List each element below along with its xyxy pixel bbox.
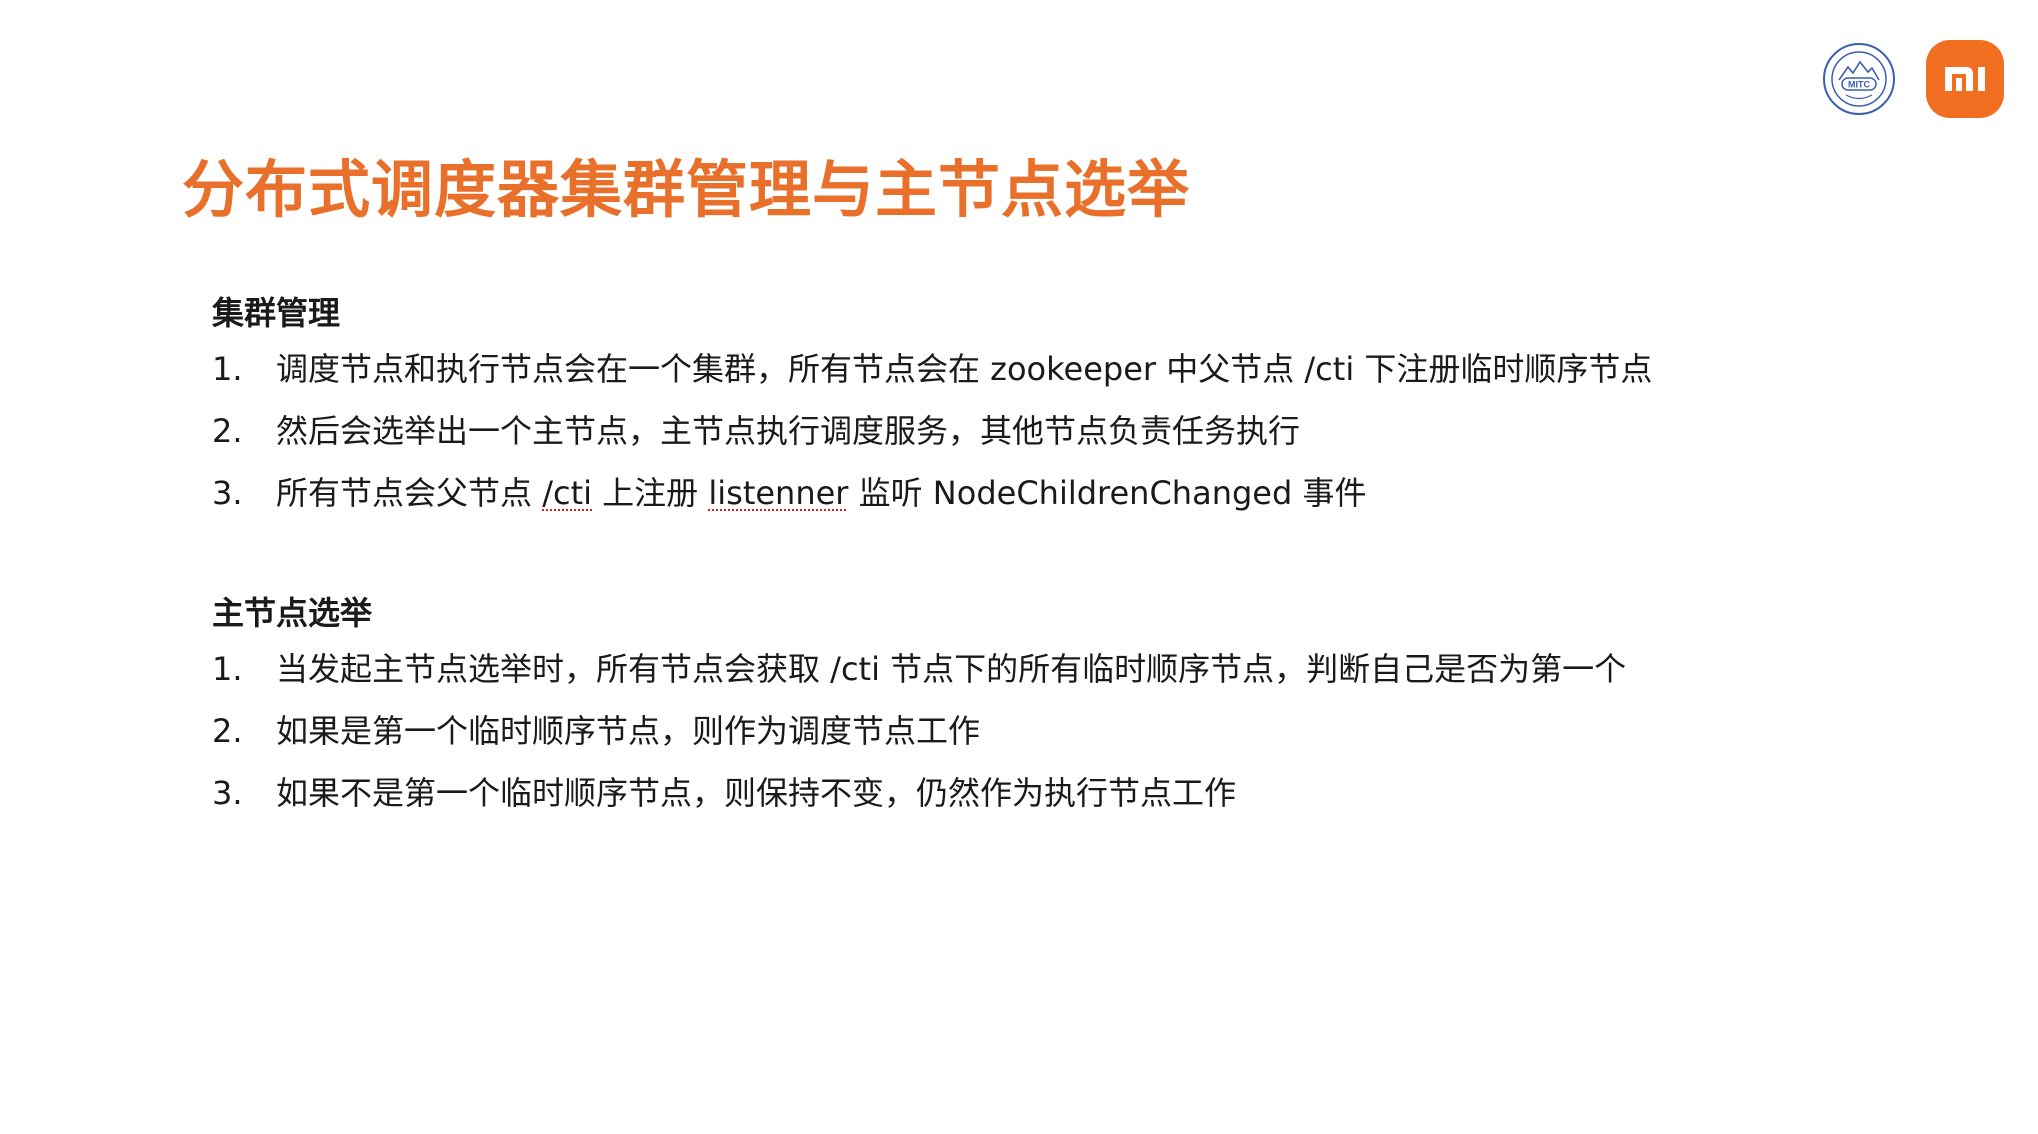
mi-logo xyxy=(1926,40,2004,118)
section-heading: 集群管理 xyxy=(212,294,341,332)
mi-logo-icon xyxy=(1945,67,1985,91)
section-cluster-management: 集群管理 1. 调度节点和执行节点会在一个集群，所有节点会在 zookeeper… xyxy=(212,288,1652,534)
numbered-list: 1. 当发起主节点选举时，所有节点会获取 /cti 节点下的所有临时顺序节点，判… xyxy=(212,648,1626,814)
list-item-text: 如果是第一个临时顺序节点，则作为调度节点工作 xyxy=(276,712,981,750)
list-item-number: 3. xyxy=(212,474,243,512)
text-segment: 监听 NodeChildrenChanged 事件 xyxy=(848,474,1367,512)
text-segment: 所有节点会父节点 xyxy=(276,474,543,512)
list-item-text: 如果不是第一个临时顺序节点，则保持不变，仍然作为执行节点工作 xyxy=(276,774,1237,812)
text-segment: 上注册 xyxy=(592,474,709,512)
mitc-logo-text: MITC xyxy=(1848,80,1870,90)
list-item-text: 调度节点和执行节点会在一个集群，所有节点会在 zookeeper 中父节点 /c… xyxy=(276,350,1653,388)
list-item: 1. 调度节点和执行节点会在一个集群，所有节点会在 zookeeper 中父节点… xyxy=(212,348,1652,390)
list-item: 1. 当发起主节点选举时，所有节点会获取 /cti 节点下的所有临时顺序节点，判… xyxy=(212,648,1626,690)
list-item-number: 1. xyxy=(212,650,243,688)
list-item-number: 2. xyxy=(212,712,243,750)
spellcheck-word: /cti xyxy=(542,474,592,512)
section-master-election: 主节点选举 1. 当发起主节点选举时，所有节点会获取 /cti 节点下的所有临时… xyxy=(212,588,1626,834)
list-item-number: 3. xyxy=(212,774,243,812)
list-item-text: 当发起主节点选举时，所有节点会获取 /cti 节点下的所有临时顺序节点，判断自己… xyxy=(276,650,1627,688)
list-item-number: 1. xyxy=(212,350,243,388)
spellcheck-word: listenner xyxy=(708,474,849,512)
list-item: 2. 然后会选举出一个主节点，主节点执行调度服务，其他节点负责任务执行 xyxy=(212,410,1652,452)
list-item: 3. 所有节点会父节点 /cti 上注册 listenner 监听 NodeCh… xyxy=(212,472,1652,514)
section-heading: 主节点选举 xyxy=(212,594,373,632)
list-item-text: 然后会选举出一个主节点，主节点执行调度服务，其他节点负责任务执行 xyxy=(276,412,1301,450)
slide-title: 分布式调度器集群管理与主节点选举 xyxy=(182,153,1191,226)
list-item: 3. 如果不是第一个临时顺序节点，则保持不变，仍然作为执行节点工作 xyxy=(212,772,1626,814)
list-item: 2. 如果是第一个临时顺序节点，则作为调度节点工作 xyxy=(212,710,1626,752)
mitc-seal-icon: MITC xyxy=(1823,43,1895,115)
list-item-text: 所有节点会父节点 /cti 上注册 listenner 监听 NodeChild… xyxy=(276,472,1366,514)
numbered-list: 1. 调度节点和执行节点会在一个集群，所有节点会在 zookeeper 中父节点… xyxy=(212,348,1652,514)
list-item-number: 2. xyxy=(212,412,243,450)
logo-group: MITC xyxy=(1822,40,2004,118)
